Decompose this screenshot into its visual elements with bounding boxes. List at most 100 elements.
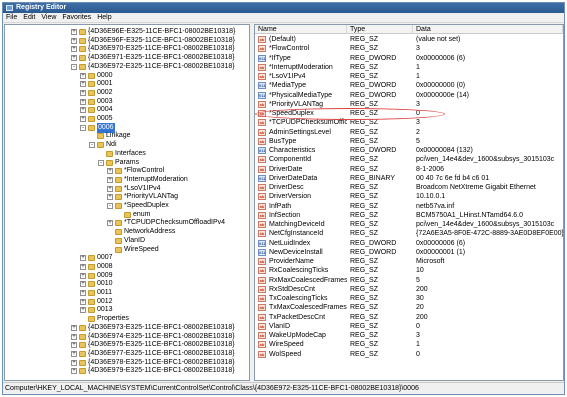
value-data: 5	[416, 276, 420, 284]
expand-icon[interactable]: +	[80, 107, 86, 114]
expand-icon[interactable]: +	[71, 350, 77, 357]
collapse-icon[interactable]: -	[98, 159, 104, 166]
collapse-icon[interactable]: -	[89, 142, 95, 149]
value-row[interactable]: 011 DriverDateData REG_BINARY 00 40 7c 6e f…	[255, 174, 563, 183]
menu-file[interactable]: File	[3, 13, 20, 23]
value-data: 5	[416, 137, 420, 145]
column-header-data[interactable]: Data	[413, 25, 563, 34]
expand-icon[interactable]: +	[80, 81, 86, 88]
value-data: 2	[416, 128, 420, 136]
value-name: DriverVersion	[269, 193, 312, 201]
registry-values-list[interactable]: Name Type Data ab (Default) REG_SZ (value n…	[254, 24, 564, 381]
value-row[interactable]: ab DriverDate REG_SZ 8-1-2006	[255, 165, 563, 174]
expand-icon[interactable]: +	[80, 89, 86, 96]
expand-icon[interactable]: +	[107, 194, 113, 201]
value-row[interactable]: ab *FlowControl REG_SZ 3	[255, 44, 563, 53]
expand-icon[interactable]: +	[71, 342, 77, 349]
value-row[interactable]: ab ComponentId REG_SZ pci\ven_14e4&dev_1600…	[255, 155, 563, 164]
value-data: (value not set)	[416, 36, 461, 43]
string-value-icon: ab	[258, 63, 266, 71]
folder-icon	[115, 237, 122, 244]
registry-key-tree[interactable]: + {4D36E96E-E325-11CE-BFC1-08002BE10318} +…	[4, 24, 250, 381]
expand-icon[interactable]: +	[71, 359, 77, 366]
value-name: NetCfgInstanceId	[269, 230, 324, 238]
value-row[interactable]: ab BusType REG_SZ 5	[255, 137, 563, 146]
value-row[interactable]: 011 NewDeviceInstall REG_DWORD 0x00000001 (…	[255, 248, 563, 257]
value-row[interactable]: ab *InterruptModeration REG_SZ 1	[255, 63, 563, 72]
value-row[interactable]: ab MatchingDeviceId REG_SZ pci\ven_14e4&dev…	[255, 220, 563, 229]
value-type: REG_SZ	[350, 156, 379, 164]
folder-icon	[79, 350, 86, 357]
value-row[interactable]: ab RxStdDescCnt REG_SZ 200	[255, 285, 563, 294]
value-row[interactable]: ab WolSpeed REG_SZ 0	[255, 350, 563, 359]
value-row[interactable]: 011 Characteristics REG_DWORD 0x00000084 (1…	[255, 146, 563, 155]
expand-icon[interactable]: +	[71, 29, 77, 35]
expand-icon[interactable]: +	[107, 185, 113, 192]
collapse-icon[interactable]: -	[107, 203, 113, 209]
value-row[interactable]: ab InfPath REG_SZ netb57va.inf	[255, 202, 563, 211]
value-row[interactable]: ab NetCfgInstanceId REG_SZ {72A6E3A5-8F0E-4…	[255, 229, 563, 238]
value-row[interactable]: ab WakeUpModeCap REG_SZ 3	[255, 331, 563, 340]
menu-edit[interactable]: Edit	[20, 13, 38, 23]
value-row[interactable]: ab DriverVersion REG_SZ 10.10.0.1	[255, 192, 563, 201]
value-row[interactable]: ab VlanID REG_SZ 0	[255, 322, 563, 331]
expand-icon[interactable]: +	[80, 290, 86, 296]
expand-icon[interactable]: +	[80, 116, 86, 122]
value-row[interactable]: ab AdminSettingsLevel REG_SZ 2	[255, 128, 563, 137]
expand-icon[interactable]: +	[80, 307, 86, 314]
string-value-icon: ab	[258, 165, 266, 173]
column-header-name[interactable]: Name	[255, 25, 347, 34]
value-row[interactable]: ab TxPacketDescCnt REG_SZ 200	[255, 313, 563, 322]
tree-node[interactable]: + {4D36E979-E325-11CE-BFC1-08002BE10318}	[5, 366, 249, 376]
expand-icon[interactable]: +	[71, 37, 77, 44]
value-type: REG_SZ	[350, 73, 379, 80]
menu-favorites[interactable]: Favorites	[59, 13, 94, 23]
value-row[interactable]: ab (Default) REG_SZ (value not set)	[255, 35, 563, 44]
value-row[interactable]: ab InfSection REG_SZ BCM5750A1_LHinst.NTamd…	[255, 211, 563, 220]
expand-icon[interactable]: +	[80, 98, 86, 105]
column-header-type[interactable]: Type	[347, 25, 413, 34]
string-value-icon: ab	[258, 304, 266, 312]
value-row[interactable]: 011 NetLuidIndex REG_DWORD 0x00000006 (6)	[255, 239, 563, 248]
value-row[interactable]: ab TxCoalescingTicks REG_SZ 30	[255, 294, 563, 303]
value-row[interactable]: 011 *IfType REG_DWORD 0x00000006 (6)	[255, 54, 563, 63]
value-row[interactable]: 011 *MediaType REG_DWORD 0x00000000 (0)	[255, 81, 563, 90]
expand-icon[interactable]: +	[80, 72, 86, 79]
expand-icon[interactable]: +	[80, 281, 86, 288]
expand-icon[interactable]: +	[71, 55, 77, 62]
value-row[interactable]: ab *LsoV1IPv4 REG_SZ 1	[255, 72, 563, 81]
value-row[interactable]: 011 *PhysicalMediaType REG_DWORD 0x0000000e…	[255, 91, 563, 100]
value-name: ComponentId	[269, 156, 312, 164]
menu-view[interactable]: View	[38, 13, 59, 23]
expand-icon[interactable]: +	[80, 272, 86, 279]
expand-icon[interactable]: +	[107, 176, 113, 183]
expand-icon[interactable]: +	[80, 298, 86, 305]
binary-value-icon: 011	[258, 82, 266, 90]
expand-icon[interactable]: +	[71, 368, 77, 375]
expand-icon[interactable]: +	[71, 333, 77, 340]
expand-icon[interactable]: +	[80, 263, 86, 270]
string-value-icon: ab	[258, 267, 266, 275]
collapse-icon[interactable]: -	[80, 124, 86, 131]
value-name: TxCoalescingTicks	[269, 295, 328, 302]
value-row[interactable]: ab *PriorityVLANTag REG_SZ 3	[255, 100, 563, 109]
expand-icon[interactable]: +	[71, 46, 77, 53]
value-row[interactable]: ab DriverDesc REG_SZ Broadcom NetXtreme Gig…	[255, 183, 563, 192]
expand-icon[interactable]: +	[71, 324, 77, 331]
folder-icon	[88, 272, 95, 279]
value-name: DriverDate	[269, 165, 303, 173]
expand-icon[interactable]: +	[80, 255, 86, 262]
value-row[interactable]: ab TxMaxCoalescedFrames REG_SZ 20	[255, 303, 563, 312]
value-row[interactable]: ab RxCoalescingTicks REG_SZ 10	[255, 266, 563, 275]
value-row[interactable]: ab RxMaxCoalescedFrames REG_SZ 5	[255, 276, 563, 285]
expand-icon[interactable]: +	[107, 220, 113, 227]
menu-help[interactable]: Help	[94, 13, 114, 23]
value-row[interactable]: ab WireSpeed REG_SZ 1	[255, 340, 563, 349]
value-row[interactable]: ab ProviderName REG_SZ Microsoft	[255, 257, 563, 266]
expand-icon[interactable]: +	[107, 168, 113, 175]
collapse-icon[interactable]: -	[71, 63, 77, 70]
value-type: REG_SZ	[350, 221, 379, 228]
value-type: REG_SZ	[350, 165, 379, 173]
value-name: TxMaxCoalescedFrames	[269, 304, 347, 312]
value-row[interactable]: ab*TCPUDPChecksumOffload...REG_SZ3	[255, 118, 563, 127]
